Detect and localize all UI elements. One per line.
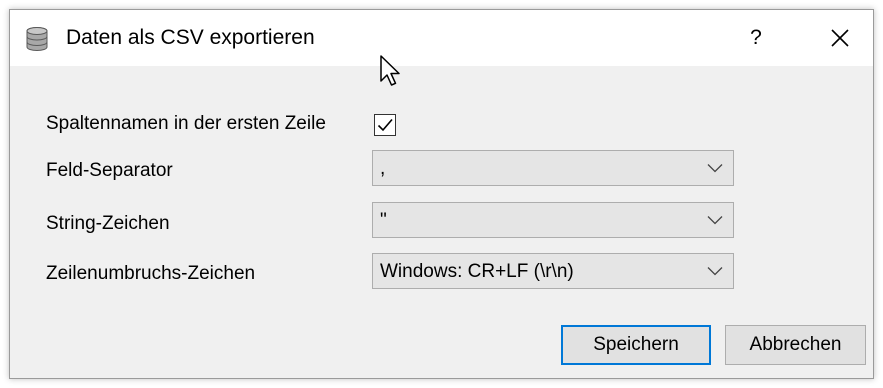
chevron-down-icon bbox=[707, 164, 723, 173]
close-icon bbox=[831, 29, 849, 47]
cancel-button[interactable]: Abbrechen bbox=[725, 325, 866, 365]
mouse-pointer-icon bbox=[380, 55, 400, 86]
save-button[interactable]: Speichern bbox=[561, 325, 711, 365]
field-separator-label: Feld-Separator bbox=[46, 160, 173, 181]
line-break-value: Windows: CR+LF (\r\n) bbox=[380, 261, 574, 282]
help-button[interactable]: ? bbox=[736, 20, 776, 56]
export-csv-dialog: Daten als CSV exportieren ? Spaltennamen… bbox=[9, 9, 874, 379]
dialog-title: Daten als CSV exportieren bbox=[66, 26, 315, 49]
chevron-down-icon bbox=[707, 267, 723, 276]
title-bar: Daten als CSV exportieren ? bbox=[10, 10, 873, 66]
line-break-label: Zeilenumbruchs-Zeichen bbox=[46, 263, 256, 284]
checkmark-icon bbox=[377, 118, 393, 132]
string-char-label: String-Zeichen bbox=[46, 213, 170, 234]
header-row-checkbox[interactable] bbox=[374, 114, 396, 136]
string-char-select[interactable]: " bbox=[372, 202, 734, 238]
field-separator-select[interactable]: , bbox=[372, 150, 734, 186]
line-break-select[interactable]: Windows: CR+LF (\r\n) bbox=[372, 253, 734, 289]
header-row-label: Spaltennamen in der ersten Zeile bbox=[46, 113, 326, 134]
string-char-value: " bbox=[380, 210, 387, 231]
chevron-down-icon bbox=[707, 216, 723, 225]
database-icon bbox=[26, 27, 48, 51]
field-separator-value: , bbox=[380, 158, 386, 179]
close-button[interactable] bbox=[818, 20, 862, 56]
